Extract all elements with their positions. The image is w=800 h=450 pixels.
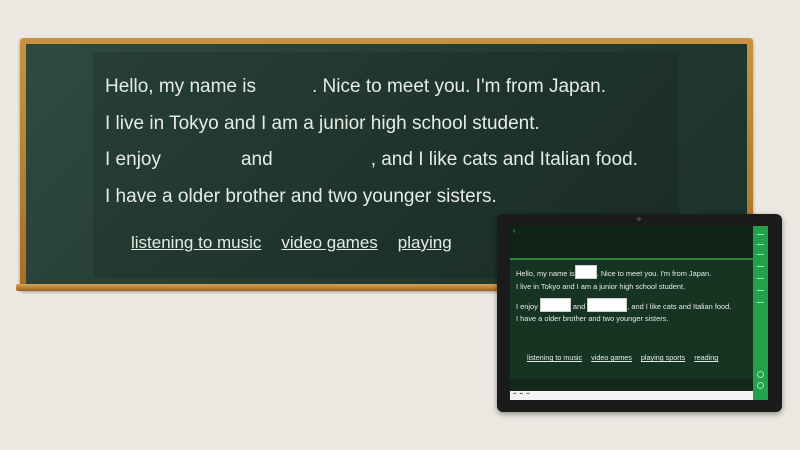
tablet-line-2: I live in Tokyo and I am a junior high s…	[516, 282, 686, 291]
tablet-line-3-text-c: , and I like cats and Italian food.	[627, 302, 732, 311]
board-line-2: I live in Tokyo and I am a junior high s…	[105, 113, 540, 134]
board-choice[interactable]: playing	[398, 233, 452, 252]
redo-icon[interactable]	[757, 302, 764, 308]
tablet-line-1: Hello, my name is . Nice to meet you. I'm…	[516, 265, 711, 279]
board-line-3-text-a: I enjoy	[105, 149, 161, 170]
taskbar-item[interactable]: ▪▪	[520, 391, 524, 397]
tablet-choice[interactable]: listening to music	[527, 353, 582, 362]
board-choice[interactable]: video games	[281, 233, 377, 252]
blank-hobby-2-field[interactable]	[587, 298, 628, 312]
tool-rail	[753, 226, 768, 400]
settings-icon[interactable]	[757, 371, 764, 378]
back-arrow-icon[interactable]: ‹	[513, 228, 515, 235]
taskbar-item[interactable]: ▪▪	[513, 391, 517, 397]
tablet-choices: listening to music video games playing spo…	[527, 353, 727, 362]
screen-header: ‹	[510, 226, 753, 260]
board-line-1-text-b: . Nice to meet you. I'm from Japan.	[312, 76, 607, 97]
screen-taskbar: ▪▪ ▪▪ ▪▪	[510, 391, 753, 400]
board-line-1-text-a: Hello, my name is	[105, 76, 256, 97]
eraser-tool-icon[interactable]	[757, 254, 764, 260]
screen-lesson-area: Hello, my name is . Nice to meet you. I'm…	[510, 260, 753, 379]
board-line-3-text-c: , and I like cats and Italian food.	[370, 149, 638, 170]
shape-tool-icon[interactable]	[757, 278, 764, 284]
board-line-1: Hello, my name is . Nice to meet you. I'm…	[105, 76, 606, 98]
pen-tool-icon[interactable]	[757, 234, 764, 240]
undo-icon[interactable]	[757, 290, 764, 296]
board-line-4: I have a older brother and two younger s…	[105, 186, 497, 207]
blank-name-field[interactable]	[574, 265, 597, 279]
tablet-line-3: I enjoy and , and I like cats and Italia…	[516, 298, 731, 312]
board-choices: listening to music video games playing	[131, 233, 472, 253]
tablet-line-3-text-a: I enjoy	[516, 302, 538, 311]
blank-hobby-1-field[interactable]	[539, 298, 571, 312]
tablet-choice[interactable]: playing sports	[641, 353, 685, 362]
board-line-3: I enjoy and , and I like cats and Italian …	[105, 149, 638, 171]
camera-icon	[637, 217, 641, 221]
tablet-choice[interactable]: reading	[694, 353, 718, 362]
tablet-line-3-text-b: and	[572, 302, 586, 311]
board-choice[interactable]: listening to music	[131, 233, 261, 252]
help-icon[interactable]	[757, 382, 764, 389]
tablet-device: ‹ Hello, my name is . Nice to meet you. I…	[497, 214, 782, 412]
taskbar-item[interactable]: ▪▪	[526, 391, 530, 397]
board-line-3-text-b: and	[240, 149, 273, 170]
tablet-screen: ‹ Hello, my name is . Nice to meet you. I…	[510, 226, 768, 400]
tablet-choice[interactable]: video games	[591, 353, 632, 362]
text-tool-icon[interactable]	[757, 266, 764, 272]
tablet-line-4: I have a older brother and two younger s…	[516, 314, 669, 323]
tablet-line-1-text-a: Hello, my name is	[516, 269, 575, 278]
marker-tool-icon[interactable]	[757, 244, 764, 250]
tablet-line-1-text-b: . Nice to meet you. I'm from Japan.	[596, 269, 712, 278]
